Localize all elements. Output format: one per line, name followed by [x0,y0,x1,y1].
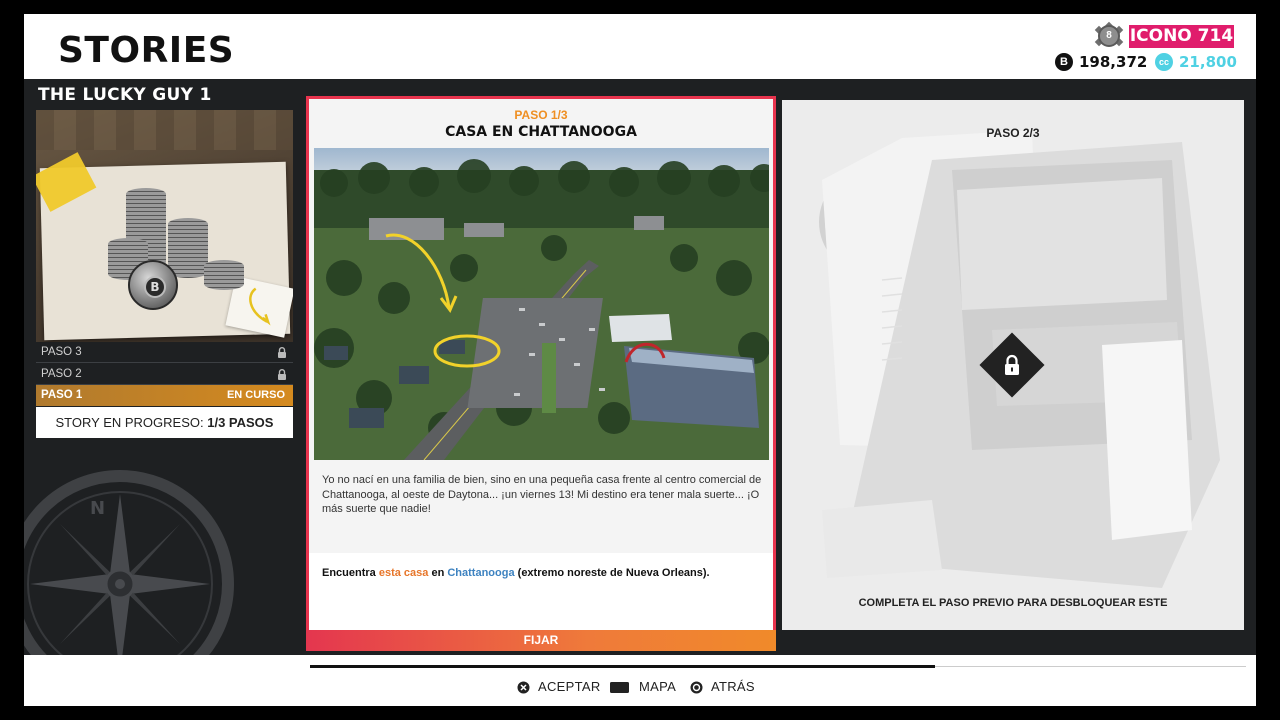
rank-level: 8 [1098,25,1120,47]
svg-text:N: N [90,498,105,519]
story-progress: STORY EN PROGRESO: 1/3 PASOS [36,407,293,438]
map-hint[interactable]: MAPA [639,679,676,694]
progress-label: STORY EN PROGRESO: [55,415,208,430]
step-row-2[interactable]: PASO 2 [36,364,293,385]
lock-icon [1005,354,1019,375]
location-photo [314,148,769,460]
rank-badge-icon: 8 [1094,21,1124,51]
step-objective: Encuentra esta casa en Chattanooga (extr… [309,553,773,631]
objective-middle: en [428,567,448,579]
step-number: PASO 1/3 [514,108,568,122]
step-title: CASA EN CHATTANOOGA [445,124,637,140]
stories-screen: STORIES 8 ICONO 714 B 198,372 cc 21,800 … [24,14,1256,706]
accept-hint[interactable]: ACEPTAR [538,679,601,694]
page-title: STORIES [58,30,235,71]
locked-message: COMPLETA EL PASO PREVIO PARA DESBLOQUEAR… [858,597,1168,609]
story-title: THE LUCKY GUY 1 [38,85,212,105]
step-number: PASO 2/3 [986,126,1040,140]
circle-button-icon [690,681,703,694]
bucks-icon: B [1055,53,1073,71]
lock-icon [278,347,286,358]
objective-suffix: (extremo noreste de Nueva Orleans). [514,567,710,579]
cross-button-icon [517,681,530,694]
back-hint[interactable]: ATRÁS [711,679,755,694]
crew-credits-icon: cc [1155,53,1173,71]
touchpad-icon [610,682,629,693]
objective-house-link[interactable]: esta casa [379,567,429,579]
footer: ACEPTAR MAPA ATRÁS [24,655,1256,706]
bucks-balance: 198,372 [1079,53,1148,71]
step-row-1[interactable]: PASO 1 EN CURSO [36,385,293,406]
step-row-3[interactable]: PASO 3 [36,342,293,363]
story-thumbnail: B [36,110,293,342]
header: STORIES 8 ICONO 714 B 198,372 cc 21,800 [24,14,1256,79]
step-label: PASO 2 [41,368,82,380]
step-status: EN CURSO [226,389,285,401]
crew-credits-balance: 21,800 [1179,53,1237,71]
step-label: PASO 3 [41,346,82,358]
step-label: PASO 1 [41,389,83,401]
progress-value: 1/3 PASOS [207,415,274,430]
objective-prefix: Encuentra [322,567,379,579]
scroll-bar [310,665,935,668]
active-step-card[interactable]: PASO 1/3 CASA EN CHATTANOOGA Yo no nací … [306,96,776,651]
pin-button[interactable]: FIJAR [306,630,776,651]
locked-step-card[interactable]: PASO 2/3 COMPLETA EL PASO PREVIO PARA DE… [782,100,1244,630]
step-description: Yo no nací en una familia de bien, sino … [322,474,762,515]
lock-icon [278,369,286,380]
icono-level-badge: ICONO 714 [1129,25,1234,48]
objective-location-link[interactable]: Chattanooga [447,567,514,579]
